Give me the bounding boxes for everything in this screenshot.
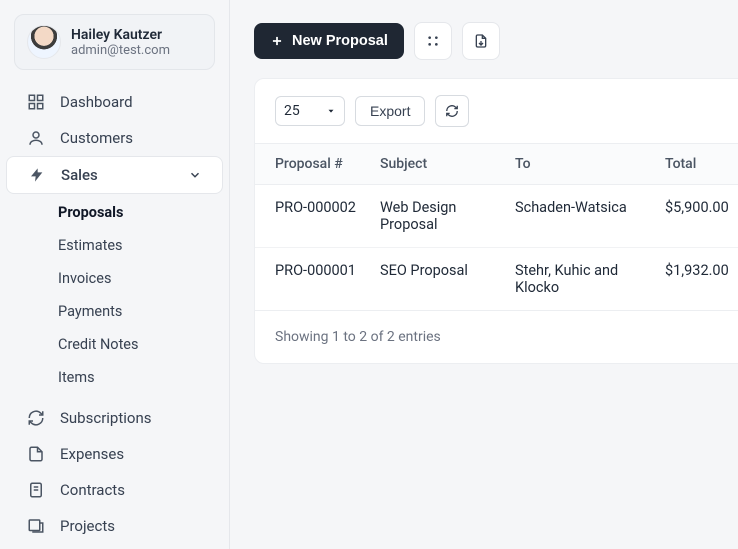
- bolt-icon: [27, 167, 47, 183]
- column-header-total[interactable]: Total: [655, 144, 738, 185]
- sidebar-item-sales[interactable]: Sales: [6, 156, 223, 194]
- file-icon: [26, 445, 46, 463]
- sidebar-item-customers[interactable]: Customers: [6, 120, 223, 156]
- avatar: [27, 25, 61, 59]
- toolbar: New Proposal: [254, 22, 738, 60]
- column-header-to[interactable]: To: [505, 144, 655, 185]
- cell-proposal: PRO-000001: [255, 248, 370, 311]
- table-footer: Showing 1 to 2 of 2 entries: [255, 311, 738, 363]
- panel-controls: 25 Export: [255, 79, 738, 143]
- sidebar-subitem-estimates[interactable]: Estimates: [0, 229, 229, 262]
- user-card[interactable]: Hailey Kautzer admin@test.com: [14, 14, 215, 70]
- main: New Proposal 25 Export: [230, 0, 738, 549]
- refresh-icon: [445, 104, 459, 118]
- proposals-table: Proposal # Subject To Total PRO-000002 W…: [255, 143, 738, 311]
- user-email: admin@test.com: [71, 43, 170, 58]
- cell-to: Schaden-Watsica: [505, 185, 655, 248]
- table-row[interactable]: PRO-000001 SEO Proposal Stehr, Kuhic and…: [255, 248, 738, 311]
- grid-view-button[interactable]: [414, 22, 452, 60]
- sidebar-subitem-credit-notes[interactable]: Credit Notes: [0, 328, 229, 361]
- cell-subject: Web Design Proposal: [370, 185, 505, 248]
- sidebar-subitem-items[interactable]: Items: [0, 361, 229, 394]
- button-label: Export: [370, 103, 410, 119]
- sidebar-item-contracts[interactable]: Contracts: [6, 472, 223, 508]
- chevron-down-icon: [188, 168, 202, 182]
- sidebar-item-label: Expenses: [60, 445, 124, 463]
- plus-icon: [270, 34, 284, 48]
- sidebar-subitem-invoices[interactable]: Invoices: [0, 262, 229, 295]
- user-icon: [26, 129, 46, 147]
- sidebar-subitem-proposals[interactable]: Proposals: [0, 196, 229, 229]
- grid-icon: [425, 33, 441, 49]
- sales-submenu: Proposals Estimates Invoices Payments Cr…: [0, 194, 229, 400]
- cell-total: $5,900.00: [655, 185, 738, 248]
- sidebar-item-expenses[interactable]: Expenses: [6, 436, 223, 472]
- cell-subject: SEO Proposal: [370, 248, 505, 311]
- sidebar-item-label: Subscriptions: [60, 409, 151, 427]
- sidebar-item-projects[interactable]: Projects: [6, 508, 223, 544]
- new-proposal-button[interactable]: New Proposal: [254, 23, 404, 59]
- refresh-icon: [26, 409, 46, 427]
- export-file-button[interactable]: [462, 22, 500, 60]
- refresh-button[interactable]: [435, 95, 469, 127]
- table-row[interactable]: PRO-000002 Web Design Proposal Schaden-W…: [255, 185, 738, 248]
- page-size-select[interactable]: 25: [275, 96, 345, 126]
- sidebar-item-label: Sales: [61, 166, 98, 184]
- sidebar-item-label: Contracts: [60, 481, 125, 499]
- sidebar-item-label: Dashboard: [60, 93, 133, 111]
- proposals-panel: 25 Export Proposal # Subject To: [254, 78, 738, 364]
- sidebar-item-label: Customers: [60, 129, 133, 147]
- sidebar: Hailey Kautzer admin@test.com Dashboard …: [0, 0, 230, 549]
- sidebar-item-dashboard[interactable]: Dashboard: [6, 84, 223, 120]
- cell-to: Stehr, Kuhic and Klocko: [505, 248, 655, 311]
- sidebar-item-label: Projects: [60, 517, 115, 535]
- sidebar-subitem-payments[interactable]: Payments: [0, 295, 229, 328]
- file-export-icon: [473, 33, 489, 49]
- button-label: New Proposal: [292, 33, 388, 49]
- projects-icon: [26, 517, 46, 535]
- sidebar-item-subscriptions[interactable]: Subscriptions: [6, 400, 223, 436]
- user-name: Hailey Kautzer: [71, 27, 170, 43]
- column-header-proposal[interactable]: Proposal #: [255, 144, 370, 185]
- cell-proposal: PRO-000002: [255, 185, 370, 248]
- column-header-subject[interactable]: Subject: [370, 144, 505, 185]
- chevron-down-icon: [326, 106, 336, 116]
- nav: Dashboard Customers Sales Proposals Esti…: [0, 84, 229, 544]
- cell-total: $1,932.00: [655, 248, 738, 311]
- dashboard-icon: [26, 93, 46, 111]
- select-value: 25: [284, 103, 300, 119]
- document-icon: [26, 481, 46, 499]
- export-button[interactable]: Export: [355, 96, 425, 126]
